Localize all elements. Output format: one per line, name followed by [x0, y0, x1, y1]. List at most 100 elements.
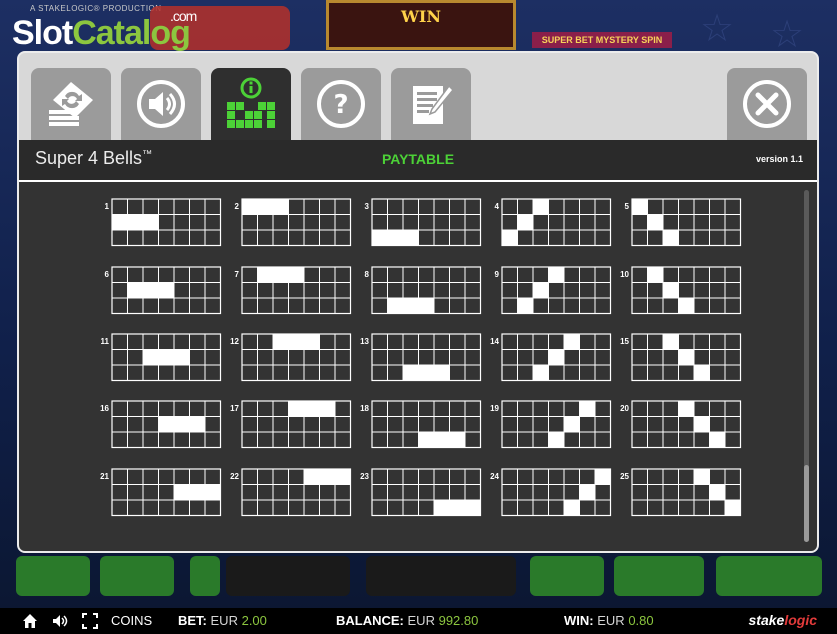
payline-grid	[111, 400, 222, 449]
spin-button[interactable]	[716, 556, 822, 596]
payline-cell	[678, 349, 694, 365]
payline-cell	[663, 230, 679, 246]
help-icon: ?	[317, 80, 365, 128]
payline-number: 6	[104, 270, 109, 279]
payline-number: 15	[620, 337, 629, 346]
payline-cell	[694, 416, 710, 432]
payline-number: 14	[490, 337, 499, 346]
payline-number: 24	[490, 472, 499, 481]
payline-cell	[449, 500, 465, 516]
payline-number: 18	[360, 404, 369, 413]
payline-cell	[548, 267, 564, 283]
coins-toggle[interactable]: COINS	[111, 613, 152, 628]
payline-cell	[418, 298, 434, 314]
payline-number: 23	[360, 472, 369, 481]
watermark-suffix: .com	[170, 8, 197, 24]
payline-cell	[403, 298, 419, 314]
payline-cell	[709, 432, 725, 448]
tab-rules[interactable]	[391, 68, 471, 140]
bet-up-button[interactable]	[190, 556, 220, 596]
payline-number: 8	[364, 270, 369, 279]
lines-button[interactable]	[100, 556, 174, 596]
payline-cell	[257, 199, 273, 215]
payline-cell	[189, 416, 205, 432]
payline-grid	[371, 400, 482, 449]
payline-cell	[288, 267, 304, 283]
payline-grid	[241, 400, 352, 449]
provider-logo-part-b: logic	[784, 612, 817, 628]
tab-help[interactable]: ?	[301, 68, 381, 140]
payline-cell	[403, 230, 419, 246]
payline-number: 13	[360, 337, 369, 346]
tab-sound[interactable]	[121, 68, 201, 140]
payline-grid	[111, 333, 222, 382]
payline-grid	[501, 333, 612, 382]
close-button[interactable]	[727, 68, 807, 140]
payline-cell	[517, 214, 533, 230]
payline-cell	[434, 432, 450, 448]
payline-cell	[273, 267, 289, 283]
payline-grid	[371, 266, 482, 315]
payline-cell	[143, 282, 159, 298]
win-currency: EUR	[597, 613, 625, 628]
payline-cell	[647, 267, 663, 283]
version-label: version 1.1	[755, 154, 803, 164]
win-banner-label: WIN	[400, 7, 442, 26]
payline-cell	[143, 214, 159, 230]
payline-cell	[434, 500, 450, 516]
scrollbar-thumb[interactable]	[804, 465, 809, 542]
payline-cell	[663, 282, 679, 298]
payline-cell	[517, 298, 533, 314]
payline-cell	[189, 484, 205, 500]
payline-grid	[371, 333, 482, 382]
win-readout: WIN: EUR 0.80	[564, 613, 654, 628]
payline-cell	[709, 484, 725, 500]
home-icon[interactable]	[22, 613, 38, 629]
payline-cell	[678, 401, 694, 417]
win-value: 0.80	[628, 613, 654, 628]
payline-cell	[304, 334, 320, 350]
provider-logo-part-a: stake	[748, 612, 785, 628]
payline-cell	[242, 199, 258, 215]
payline-cell	[533, 199, 549, 215]
autoplay-button[interactable]	[530, 556, 604, 596]
payline-cell	[319, 401, 335, 417]
slogan-banner: SUPER BET MYSTERY SPIN	[532, 32, 672, 48]
scrollbar[interactable]	[804, 190, 809, 542]
payline-grid	[111, 198, 222, 247]
payline-grid	[501, 468, 612, 517]
payline-number: 21	[100, 472, 109, 481]
payline-number: 2	[234, 202, 239, 211]
paytable-modal: ? Super 4 Bells™ PAYTABLE version 1.1 12…	[17, 51, 819, 553]
payline-cell	[288, 401, 304, 417]
payline-grid	[631, 266, 742, 315]
tab-paytable[interactable]	[211, 68, 291, 140]
max-bet-button[interactable]	[614, 556, 704, 596]
payline-cell	[564, 416, 580, 432]
svg-text:?: ?	[333, 90, 348, 120]
bet-readout: BET: EUR 2.00	[178, 613, 267, 628]
payline-cell	[548, 432, 564, 448]
fullscreen-icon[interactable]	[82, 613, 98, 629]
balance-value: 992.80	[438, 613, 479, 628]
payline-cell	[158, 349, 174, 365]
payline-cell	[502, 230, 518, 246]
payline-cell	[273, 334, 289, 350]
menu-button[interactable]	[16, 556, 90, 596]
payline-number: 19	[490, 404, 499, 413]
payline-grid	[631, 400, 742, 449]
payline-number: 17	[230, 404, 239, 413]
payline-cell	[127, 282, 143, 298]
payline-cell	[127, 214, 143, 230]
payline-cell	[273, 199, 289, 215]
paylines-panel[interactable]: 1 2 3 4 5 6 7 8 9 10 11 12 13 14 15 16 17 18 19 20 21 22 23 24 2…	[19, 182, 817, 551]
close-icon	[743, 80, 791, 128]
payline-number: 4	[494, 202, 499, 211]
payline-cell	[678, 298, 694, 314]
balance-currency: EUR	[407, 613, 435, 628]
tab-settings[interactable]	[31, 68, 111, 140]
payline-number: 3	[364, 202, 369, 211]
payline-cell	[725, 500, 741, 516]
payline-grid	[631, 468, 742, 517]
sound-icon[interactable]	[52, 613, 68, 629]
